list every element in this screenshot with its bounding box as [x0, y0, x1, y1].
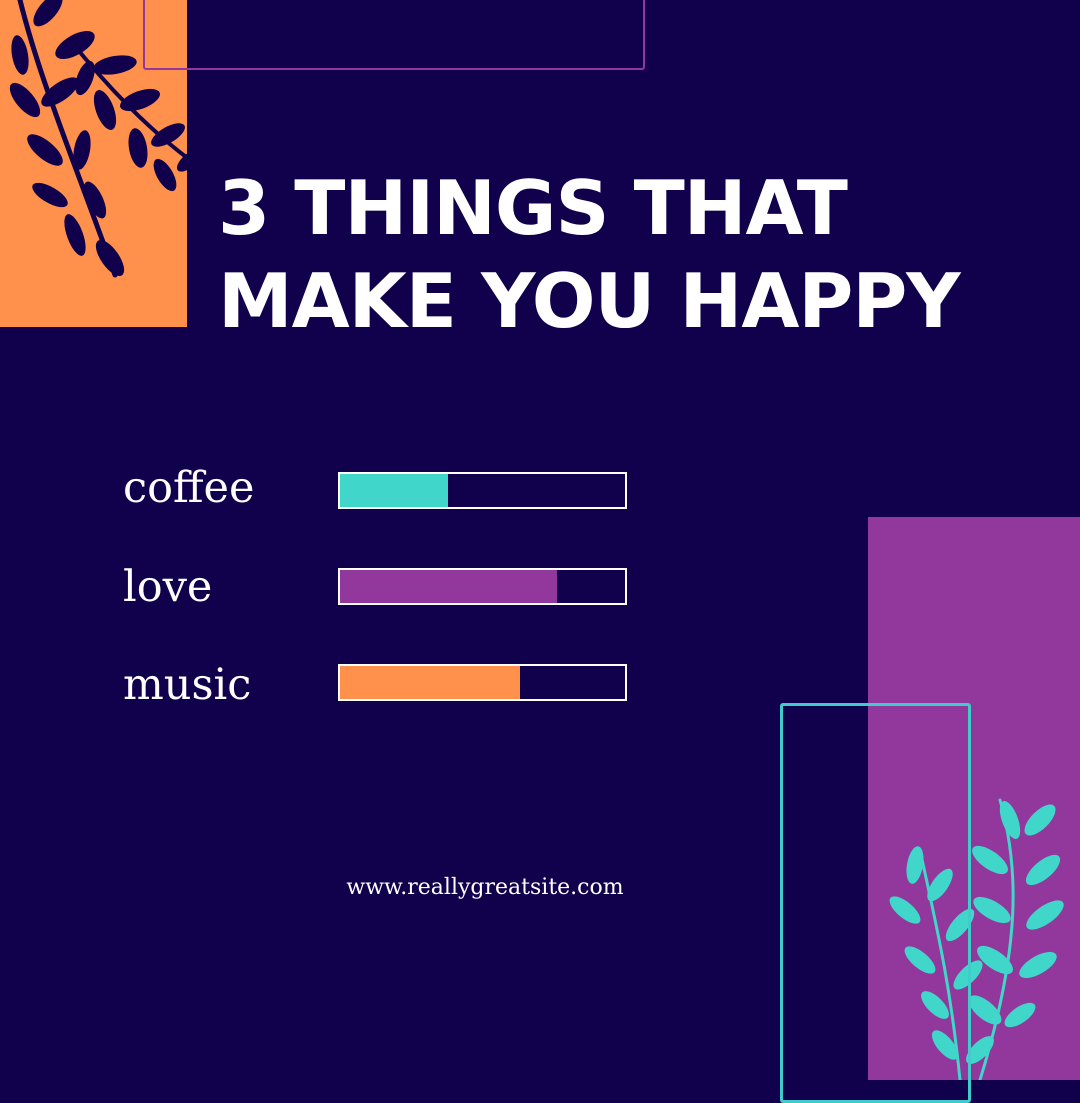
top-outline-frame [143, 0, 645, 70]
title-line-1: 3 THINGS THAT [218, 164, 848, 252]
website-link[interactable]: www.reallygreatsite.com [330, 873, 640, 903]
teal-outline-frame [780, 703, 971, 1103]
progress-bar-love [338, 568, 627, 605]
title-line-2: MAKE YOU HAPPY [218, 257, 961, 345]
item-label-coffee: coffee [123, 463, 255, 513]
item-label-music: music [123, 660, 252, 710]
leafy-branch-icon [9, 0, 200, 278]
item-label-love: love [123, 562, 213, 612]
progress-bar-music [338, 664, 627, 701]
progress-fill-love [340, 570, 557, 603]
progress-fill-coffee [340, 474, 449, 507]
page-title: 3 THINGS THAT MAKE YOU HAPPY [218, 162, 978, 348]
progress-fill-music [340, 666, 520, 699]
progress-bar-coffee [338, 472, 627, 509]
